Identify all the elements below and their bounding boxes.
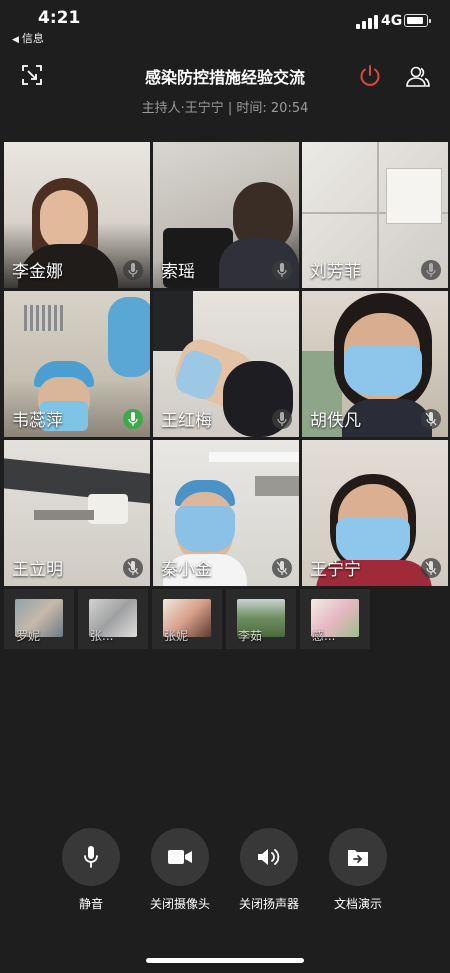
microphone-muted-icon	[425, 561, 437, 575]
participant-thumbnail[interactable]: 罗妮	[4, 589, 74, 649]
leave-meeting-button[interactable]	[355, 61, 385, 91]
participant-thumbnail[interactable]: 感...	[300, 589, 370, 649]
video-tile[interactable]: 索瑶	[153, 142, 299, 288]
status-time: 4:21	[38, 8, 81, 28]
power-icon	[360, 65, 380, 86]
back-arrow-icon: ◀	[12, 35, 19, 45]
participant-name: 索瑶	[161, 262, 195, 282]
speaker-button-circle	[240, 828, 298, 886]
share-label: 文档演示	[333, 897, 382, 911]
video-tile[interactable]: 王红梅	[153, 291, 299, 437]
video-tile[interactable]: 韦蕊萍	[4, 291, 150, 437]
home-indicator[interactable]	[146, 958, 304, 963]
participant-thumbnail[interactable]: 李茹	[226, 589, 296, 649]
participant-name: 刘芳菲	[310, 262, 361, 282]
participant-name: 胡佚凡	[310, 411, 361, 431]
mic-status-badge	[123, 409, 143, 429]
video-tile[interactable]: 王宁宁	[302, 440, 448, 586]
share-document-icon	[348, 850, 368, 866]
document-share-button[interactable]: 文档演示	[313, 828, 403, 912]
mic-status-badge	[421, 558, 441, 578]
meeting-subtitle: 主持人·王宁宁 | 时间: 20:54	[141, 101, 309, 116]
mute-label: 静音	[78, 897, 103, 911]
back-app-label: 信息	[21, 32, 44, 45]
participant-name: 秦小金	[161, 560, 212, 580]
back-to-app-link[interactable]: ◀ 信息	[12, 30, 44, 46]
mute-button[interactable]: 静音	[46, 828, 136, 912]
participants-button[interactable]	[403, 61, 433, 91]
meeting-controls: 静音 关闭摄像头 关闭扬声器 文档演示	[0, 828, 450, 918]
thumbnail-name: 张妮	[164, 629, 189, 643]
mute-button-circle	[62, 828, 120, 886]
microphone-icon	[84, 846, 98, 868]
participant-name: 韦蕊萍	[12, 411, 63, 431]
mic-status-badge	[421, 409, 441, 429]
battery-icon	[404, 14, 431, 27]
camera-off-button[interactable]: 关闭摄像头	[135, 828, 225, 912]
mic-status-badge	[421, 260, 441, 280]
speaker-icon	[258, 849, 280, 865]
mic-status-badge	[272, 260, 292, 280]
microphone-muted-icon	[127, 561, 139, 575]
speaker-label: 关闭扬声器	[238, 897, 299, 911]
participants-icon	[406, 66, 430, 87]
microphone-icon	[426, 263, 436, 277]
mic-status-badge	[272, 409, 292, 429]
microphone-icon	[277, 263, 287, 277]
mic-status-badge	[272, 558, 292, 578]
participant-name: 王立明	[12, 560, 63, 580]
video-grid: 李金娜 索瑶 刘芳菲 韦蕊萍 王红梅 胡佚凡 王立明 秦小金 王宁宁	[4, 142, 448, 586]
participant-name: 李金娜	[12, 262, 63, 282]
share-button-circle	[329, 828, 387, 886]
microphone-muted-icon	[276, 561, 288, 575]
microphone-icon	[128, 412, 138, 426]
video-tile[interactable]: 李金娜	[4, 142, 150, 288]
camera-icon	[168, 850, 192, 864]
participant-name: 王红梅	[161, 411, 212, 431]
microphone-muted-icon	[425, 412, 437, 426]
participant-thumbnail-strip[interactable]: 罗妮 张... 张妮 李茹 感...	[4, 589, 448, 649]
thumbnail-name: 罗妮	[16, 629, 41, 643]
signal-icon	[356, 15, 378, 29]
mic-status-badge	[123, 558, 143, 578]
mic-status-badge	[123, 260, 143, 280]
participant-thumbnail[interactable]: 张...	[78, 589, 148, 649]
thumbnail-name: 感...	[312, 629, 336, 643]
video-tile[interactable]: 王立明	[4, 440, 150, 586]
participant-name: 王宁宁	[310, 560, 361, 580]
camera-label: 关闭摄像头	[149, 897, 210, 911]
thumbnail-name: 李茹	[238, 629, 263, 643]
network-type: 4G	[381, 13, 403, 29]
microphone-icon	[277, 412, 287, 426]
video-tile[interactable]: 秦小金	[153, 440, 299, 586]
video-tile[interactable]: 胡佚凡	[302, 291, 448, 437]
thumbnail-name: 张...	[90, 629, 114, 643]
video-tile[interactable]: 刘芳菲	[302, 142, 448, 288]
status-bar: 4:21 ◀ 信息 4G	[0, 0, 450, 48]
microphone-icon	[128, 263, 138, 277]
camera-button-circle	[151, 828, 209, 886]
participant-thumbnail[interactable]: 张妮	[152, 589, 222, 649]
speaker-off-button[interactable]: 关闭扬声器	[224, 828, 314, 912]
